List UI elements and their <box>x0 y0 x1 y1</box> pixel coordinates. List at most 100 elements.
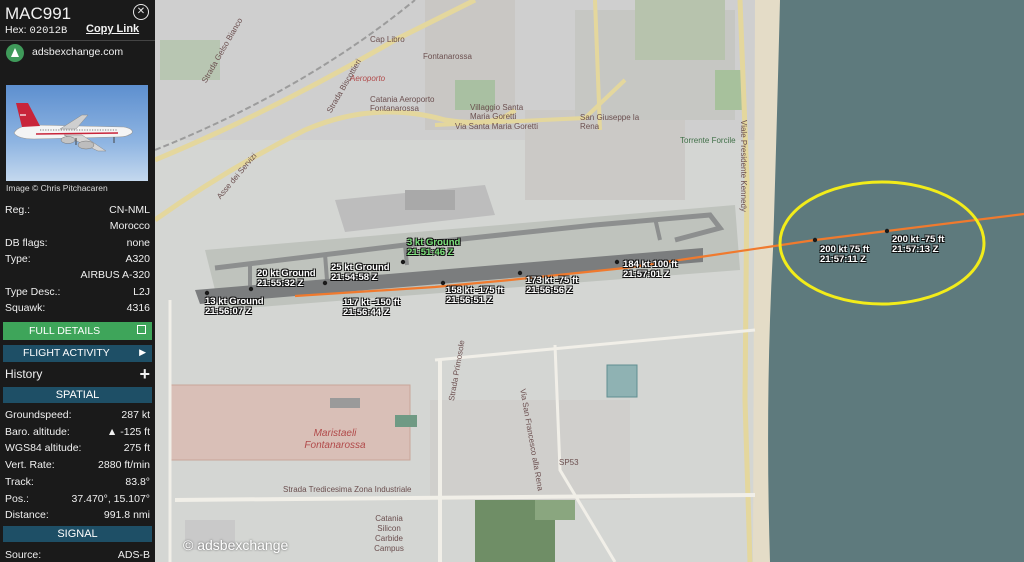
track-point-time: 21:56:44 Z <box>343 307 390 318</box>
spatial-detail-row: Vert. Rate: 2880 ft/min <box>5 459 150 473</box>
aircraft-info-panel: MAC991 ✕ Hex: 02012B Copy Link adsbexcha… <box>0 0 155 562</box>
aircraft-detail-row: Type Desc.: L2J <box>5 286 150 300</box>
spatial-detail-value: 2880 ft/min <box>98 459 150 472</box>
track-point-label[interactable]: 13 kt Ground 21:56:07 Z <box>205 297 264 317</box>
spatial-detail-row: Groundspeed: 287 kt <box>5 409 150 423</box>
history-toggle[interactable]: History + <box>0 364 155 385</box>
spatial-detail-label: Groundspeed: <box>5 409 72 421</box>
spatial-detail-value: 83.8° <box>125 475 150 488</box>
map-view[interactable]: Aeroporto Catania Aeroporto Fontanarossa… <box>155 0 1024 562</box>
plus-icon[interactable]: + <box>139 364 150 385</box>
map-label-maristaeli: Maristaeli Fontanarossa <box>304 428 366 451</box>
full-details-button[interactable]: FULL DETAILS <box>3 322 152 340</box>
copy-link[interactable]: Copy Link <box>86 23 139 35</box>
track-point[interactable] <box>440 280 446 286</box>
track-point-label[interactable]: 184 kt 100 ft 21:57:01 Z <box>623 260 677 280</box>
map-label-catania-airport: Catania Aeroporto Fontanarossa <box>370 95 435 113</box>
aircraft-detail-label: Type Desc.: <box>5 285 61 298</box>
aircraft-detail-value: CN-NML <box>109 204 150 216</box>
aircraft-detail-label: Reg.: <box>5 204 31 216</box>
callsign-title: MAC991 <box>5 4 72 23</box>
map-label-cap-libro: Cap Libro <box>370 35 405 44</box>
track-point-time: 21:57:01 Z <box>623 269 670 280</box>
track-point[interactable] <box>204 290 210 296</box>
aircraft-detail-label: Squawk: <box>5 301 46 314</box>
track-point[interactable] <box>248 286 254 292</box>
aircraft-detail-row: Reg.: CN-NML <box>5 204 150 218</box>
track-point-label[interactable]: 173 kt -75 ft 21:56:56 Z <box>526 276 578 296</box>
spatial-detail-value: 287 kt <box>121 409 150 421</box>
track-point[interactable] <box>322 280 328 286</box>
spatial-detail-value: 275 ft <box>123 442 150 455</box>
signal-section-header: SIGNAL <box>3 526 152 542</box>
map-label-zona-industriale: Strada Tredicesima Zona Industriale <box>283 485 412 494</box>
brand-link[interactable]: adsbexchange.com <box>0 40 155 64</box>
flight-activity-button[interactable]: FLIGHT ACTIVITY ▶ <box>3 345 152 362</box>
track-point[interactable] <box>400 259 406 265</box>
aircraft-detail-value: A320 <box>125 252 150 265</box>
signal-detail-value: ADS-B <box>117 549 150 561</box>
aircraft-detail-row: AIRBUS A-320 <box>5 269 150 283</box>
brand-text: adsbexchange.com <box>32 46 124 58</box>
track-point-label[interactable]: 200 kt 75 ft 21:57:11 Z <box>820 245 869 265</box>
spatial-detail-value: 991.8 nmi <box>103 509 150 522</box>
spatial-detail-row: WGS84 altitude: 275 ft <box>5 442 150 456</box>
track-point[interactable] <box>812 237 818 243</box>
track-point-time: 21:56:51 Z <box>446 295 493 306</box>
aircraft-detail-label: Type: <box>5 252 31 265</box>
spatial-section-header: SPATIAL <box>3 387 152 403</box>
track-point-time: 21:57:11 Z <box>820 254 866 265</box>
spatial-detail-label: Track: <box>5 475 34 488</box>
spatial-detail-value: ▲ -125 ft <box>106 425 150 438</box>
aircraft-detail-value: 4316 <box>126 301 150 314</box>
full-details-label: FULL DETAILS <box>29 325 101 337</box>
close-icon[interactable]: ✕ <box>133 4 149 20</box>
spatial-detail-label: WGS84 altitude: <box>5 442 82 455</box>
aircraft-photo[interactable] <box>6 85 148 181</box>
aircraft-detail-value: Morocco <box>109 220 150 233</box>
history-label: History <box>5 367 43 381</box>
track-point-time: 21:56:07 Z <box>205 306 252 317</box>
track-point-label[interactable]: 158 kt -175 ft 21:56:51 Z <box>446 286 504 306</box>
track-point[interactable] <box>884 228 890 234</box>
hex-label: Hex: <box>5 24 27 36</box>
aircraft-detail-row: Morocco <box>5 220 150 234</box>
track-point-label[interactable]: 3 kt Ground 21:51:46 Z <box>407 238 460 258</box>
spatial-detail-label: Baro. altitude: <box>5 425 70 438</box>
map-label-sp53: SP53 <box>559 458 579 467</box>
spatial-detail-label: Pos.: <box>5 492 29 505</box>
photo-credit: Image © Chris Pitchacaren <box>6 183 108 193</box>
track-point-time: 21:57:13 Z <box>892 244 939 255</box>
track-point-label[interactable]: 20 kt Ground 21:55:32 Z <box>257 269 316 289</box>
track-point-time: 21:51:46 Z <box>407 247 454 258</box>
map-copyright: © adsbexchange <box>183 537 289 553</box>
track-point-label[interactable]: 200 kt -75 ft 21:57:13 Z <box>892 235 944 255</box>
spatial-detail-label: Distance: <box>5 509 49 522</box>
map-label-catania-silicon: Catania Silicon Carbide Campus <box>374 514 404 553</box>
track-point-label[interactable]: 25 kt Ground 21:54:58 Z <box>331 263 390 283</box>
spatial-detail-value: 37.470°, 15.107° <box>71 492 150 505</box>
track-point-time: 21:55:32 Z <box>257 278 304 289</box>
spatial-detail-row: Distance: 991.8 nmi <box>5 509 150 523</box>
track-point[interactable] <box>614 259 620 265</box>
track-point-label[interactable]: 117 kt -150 ft 21:56:44 Z <box>343 298 400 318</box>
map-label-fontanarossa: Fontanarossa <box>423 52 472 61</box>
spatial-detail-row: Pos.: 37.470°, 15.107° <box>5 493 150 507</box>
flight-activity-label: FLIGHT ACTIVITY <box>23 347 110 359</box>
aircraft-detail-row: Squawk: 4316 <box>5 302 150 316</box>
map-label-viale-kennedy: Viale Presidente Kennedy <box>739 120 748 212</box>
chevron-right-icon: ▶ <box>139 347 146 357</box>
aircraft-detail-value: L2J <box>133 285 150 298</box>
track-point-time: 21:56:56 Z <box>526 285 573 296</box>
signal-detail-label: Source: <box>5 549 42 561</box>
aircraft-detail-label: DB flags: <box>5 236 48 249</box>
external-link-icon <box>137 325 146 334</box>
signal-detail-row: Source: ADS-B <box>5 549 150 562</box>
map-label-torrente: Torrente Forcile <box>680 136 736 145</box>
hex-value: 02012B <box>29 25 68 37</box>
aircraft-detail-value: none <box>126 236 150 249</box>
map-label-san-giuseppe: San Giuseppe la Rena <box>580 113 640 131</box>
spatial-detail-label: Vert. Rate: <box>5 459 55 472</box>
adsbexchange-logo-icon <box>6 44 24 62</box>
track-point[interactable] <box>517 270 523 276</box>
